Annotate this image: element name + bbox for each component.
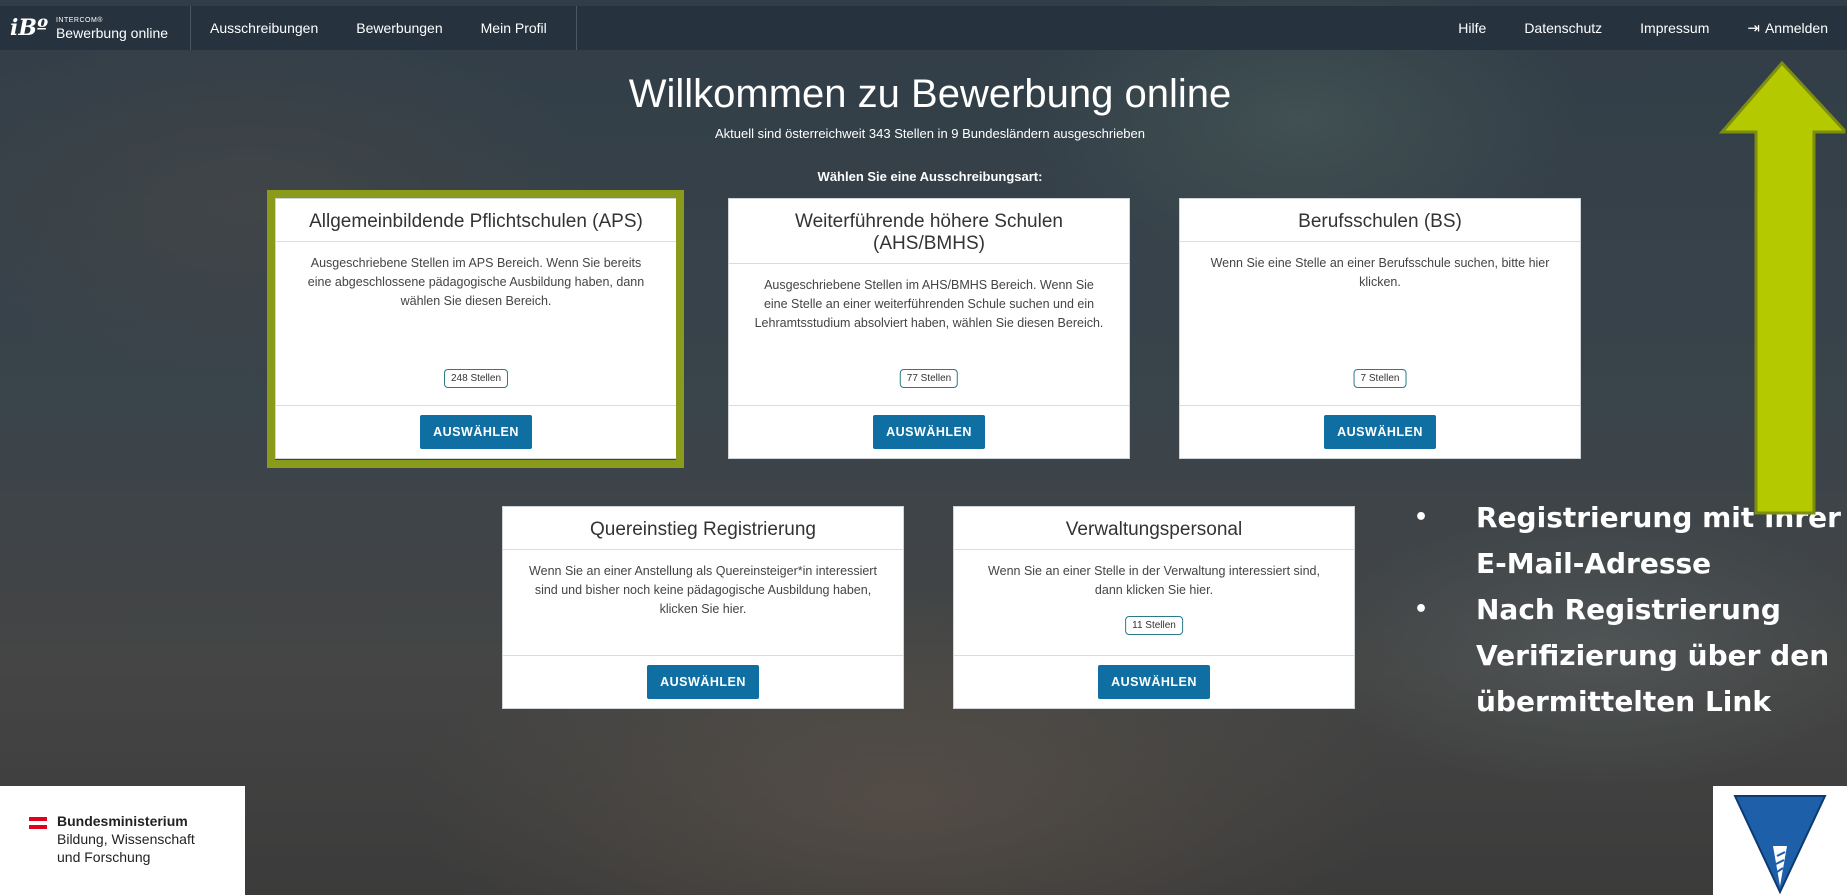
card-quereinstieg: Quereinstieg Registrierung Wenn Sie an e… bbox=[502, 506, 904, 709]
card-title: Quereinstieg Registrierung bbox=[503, 507, 903, 550]
login-icon: ⇥ bbox=[1747, 20, 1760, 37]
klasse-job-logo bbox=[1713, 786, 1847, 895]
brand-name: Bewerbung online bbox=[55, 24, 169, 41]
card-title: Allgemeinbildende Pflichtschulen (APS) bbox=[276, 199, 676, 242]
klasse-job-shield-icon bbox=[1733, 795, 1827, 895]
ministry-text: Bundesministerium Bildung, Wissenschaft … bbox=[57, 812, 195, 866]
card-bs: Berufsschulen (BS) Wenn Sie eine Stelle … bbox=[1179, 198, 1581, 459]
ministry-line2: Bildung, Wissenschaft bbox=[57, 831, 195, 847]
nav-secondary: Hilfe Datenschutz Impressum ⇥ Anmelden bbox=[1439, 6, 1847, 50]
nav-main: Ausschreibungen Bewerbungen Mein Profil bbox=[191, 6, 577, 50]
nav-item-datenschutz[interactable]: Datenschutz bbox=[1505, 6, 1621, 50]
arrow-up-icon bbox=[1718, 60, 1846, 515]
card-title: Berufsschulen (BS) bbox=[1180, 199, 1580, 242]
nav-item-mein-profil[interactable]: Mein Profil bbox=[462, 6, 566, 50]
nav-item-impressum[interactable]: Impressum bbox=[1621, 6, 1728, 50]
card-footer: AUSWÄHLEN bbox=[1180, 405, 1580, 458]
nav-item-hilfe[interactable]: Hilfe bbox=[1439, 6, 1505, 50]
select-bs-button[interactable]: AUSWÄHLEN bbox=[1324, 415, 1436, 449]
austria-flag-icon bbox=[29, 817, 47, 829]
card-footer: AUSWÄHLEN bbox=[954, 655, 1354, 708]
select-ahs-bmhs-button[interactable]: AUSWÄHLEN bbox=[873, 415, 985, 449]
bullet-item: • Nach Registrierung Verifizierung über … bbox=[1410, 587, 1847, 725]
card-title: Weiterführende höhere Schulen (AHS/BMHS) bbox=[729, 199, 1129, 264]
stellen-badge: 7 Stellen bbox=[1353, 369, 1407, 388]
choose-label: Wählen Sie eine Ausschreibungsart: bbox=[817, 169, 1043, 184]
card-footer: AUSWÄHLEN bbox=[503, 655, 903, 708]
card-description: Ausgeschriebene Stellen im AHS/BMHS Bere… bbox=[754, 278, 1104, 330]
brand-text: INTERCOM® Bewerbung online bbox=[56, 17, 168, 40]
select-verwaltung-button[interactable]: AUSWÄHLEN bbox=[1098, 665, 1210, 699]
card-footer: AUSWÄHLEN bbox=[276, 405, 676, 458]
top-navbar: iBº INTERCOM® Bewerbung online Ausschrei… bbox=[0, 6, 1847, 50]
card-description: Ausgeschriebene Stellen im APS Bereich. … bbox=[307, 256, 645, 308]
stellen-badge: 248 Stellen bbox=[443, 369, 509, 388]
card-description: Wenn Sie an einer Anstellung als Querein… bbox=[529, 564, 877, 616]
nav-item-bewerbungen[interactable]: Bewerbungen bbox=[337, 6, 461, 50]
brand-small: INTERCOM® bbox=[55, 16, 103, 24]
annotation-bullets: • Registrierung mit Ihrer E-Mail-Adresse… bbox=[1410, 495, 1847, 725]
stellen-badge: 77 Stellen bbox=[899, 369, 959, 388]
login-button[interactable]: ⇥ Anmelden bbox=[1728, 6, 1847, 50]
ministry-logo: Bundesministerium Bildung, Wissenschaft … bbox=[0, 786, 245, 895]
card-description: Wenn Sie eine Stelle an einer Berufsschu… bbox=[1210, 256, 1550, 289]
card-description: Wenn Sie an einer Stelle in der Verwaltu… bbox=[988, 564, 1320, 597]
brand[interactable]: iBº INTERCOM® Bewerbung online bbox=[0, 6, 192, 50]
page-title: Willkommen zu Bewerbung online bbox=[628, 72, 1232, 116]
card-verwaltung: Verwaltungspersonal Wenn Sie an einer St… bbox=[953, 506, 1355, 709]
ministry-line3: und Forschung bbox=[57, 849, 151, 865]
select-aps-button[interactable]: AUSWÄHLEN bbox=[420, 415, 532, 449]
page-subtitle: Aktuell sind österreichweit 343 Stellen … bbox=[715, 126, 1145, 141]
card-title: Verwaltungspersonal bbox=[954, 507, 1354, 550]
ministry-line1: Bundesministerium bbox=[57, 813, 188, 829]
card-footer: AUSWÄHLEN bbox=[729, 405, 1129, 458]
card-aps: Allgemeinbildende Pflichtschulen (APS) A… bbox=[275, 198, 677, 459]
bullet-dot-icon: • bbox=[1414, 505, 1429, 530]
bullet-text: Nach Registrierung Verifizierung über de… bbox=[1476, 593, 1830, 718]
bullet-dot-icon: • bbox=[1414, 597, 1429, 622]
brand-logo-icon: iBº bbox=[10, 15, 48, 41]
card-ahs-bmhs: Weiterführende höhere Schulen (AHS/BMHS)… bbox=[728, 198, 1130, 459]
login-label: Anmelden bbox=[1764, 20, 1828, 36]
nav-item-ausschreibungen[interactable]: Ausschreibungen bbox=[191, 6, 337, 50]
select-quereinstieg-button[interactable]: AUSWÄHLEN bbox=[647, 665, 759, 699]
stellen-badge: 11 Stellen bbox=[1125, 616, 1183, 635]
